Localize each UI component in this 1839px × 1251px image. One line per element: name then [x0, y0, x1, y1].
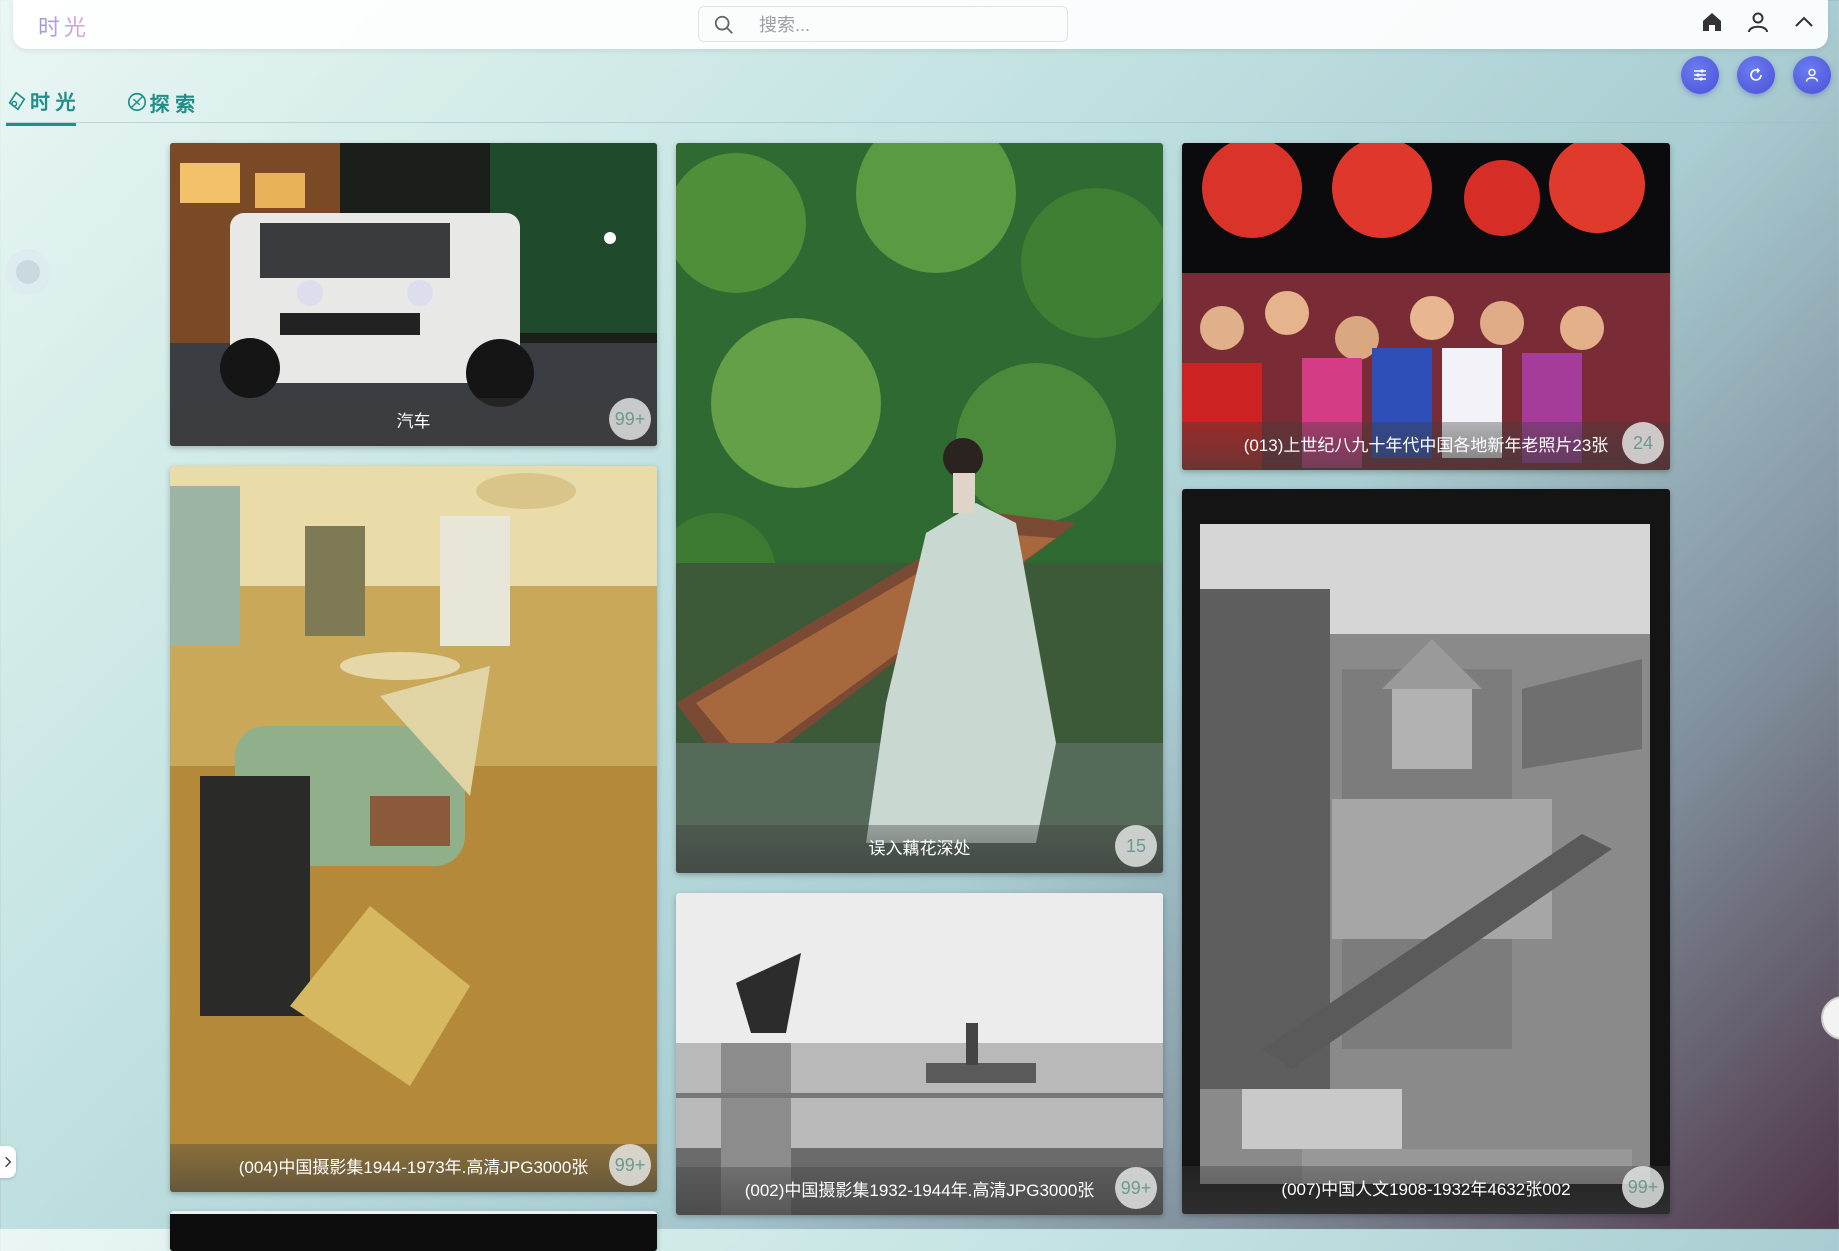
- chevron-up-icon[interactable]: [1792, 10, 1816, 34]
- album-count-badge: 24: [1622, 422, 1664, 464]
- album-card[interactable]: 误入藕花深处 15: [676, 143, 1163, 873]
- album-card[interactable]: (013)上世纪八九十年代中国各地新年老照片23张 24: [1182, 143, 1670, 470]
- album-title: 汽车: [170, 398, 657, 446]
- profile-icon: [1805, 68, 1819, 82]
- tab-time-label: 时 光: [30, 92, 76, 114]
- refresh-icon: [1750, 67, 1762, 81]
- album-card[interactable]: (002)中国摄影集1932-1944年.高清JPG3000张 99+: [676, 893, 1163, 1215]
- time-icon: [8, 91, 26, 110]
- user-icon[interactable]: [1746, 10, 1770, 34]
- explore-icon: [127, 92, 146, 112]
- home-icon[interactable]: [1700, 10, 1724, 34]
- album-cover-image: [170, 466, 657, 1192]
- filter-button[interactable]: [1681, 56, 1719, 94]
- album-title: (013)上世纪八九十年代中国各地新年老照片23张: [1182, 422, 1670, 470]
- album-card[interactable]: (004)中国摄影集1944-1973年.高清JPG3000张 99+: [170, 466, 657, 1192]
- album-card[interactable]: (007)中国人文1908-1932年4632张002 99+: [1182, 489, 1670, 1214]
- album-count-badge: 99+: [609, 1144, 651, 1186]
- tab-time[interactable]: 时 光: [6, 86, 76, 126]
- tab-divider: [6, 122, 1831, 123]
- expand-sidebar-button[interactable]: [0, 1146, 16, 1178]
- album-count-badge: 15: [1115, 825, 1157, 867]
- side-float-button[interactable]: [5, 249, 51, 295]
- album-cover-image: [676, 143, 1163, 873]
- album-count-badge: 99+: [1622, 1166, 1664, 1208]
- album-title: (007)中国人文1908-1932年4632张002: [1182, 1166, 1670, 1214]
- filter-icon: [1694, 69, 1706, 81]
- refresh-button[interactable]: [1737, 56, 1775, 94]
- search-box[interactable]: [698, 6, 1068, 42]
- album-title: 误入藕花深处: [676, 825, 1163, 873]
- album-title: (004)中国摄影集1944-1973年.高清JPG3000张: [170, 1144, 657, 1192]
- profile-button[interactable]: [1793, 56, 1831, 94]
- chevron-right-icon: [5, 1156, 12, 1168]
- tab-explore[interactable]: 探 索: [126, 86, 196, 126]
- album-cover-image: [170, 1211, 657, 1251]
- search-icon: [714, 15, 733, 34]
- app-logo[interactable]: 时光: [38, 10, 90, 42]
- album-cover-image: [1182, 143, 1670, 470]
- album-title: (002)中国摄影集1932-1944年.高清JPG3000张: [676, 1167, 1163, 1215]
- chat-button[interactable]: [1821, 996, 1839, 1040]
- top-bar: 时光: [13, 0, 1828, 49]
- tab-explore-label: 探 索: [149, 93, 196, 116]
- search-input[interactable]: [757, 13, 1051, 37]
- album-count-badge: 99+: [1115, 1167, 1157, 1209]
- album-card[interactable]: [170, 1211, 657, 1251]
- album-count-badge: 99+: [609, 398, 651, 440]
- album-cover-image: [1182, 489, 1670, 1214]
- album-card[interactable]: 汽车 99+: [170, 143, 657, 446]
